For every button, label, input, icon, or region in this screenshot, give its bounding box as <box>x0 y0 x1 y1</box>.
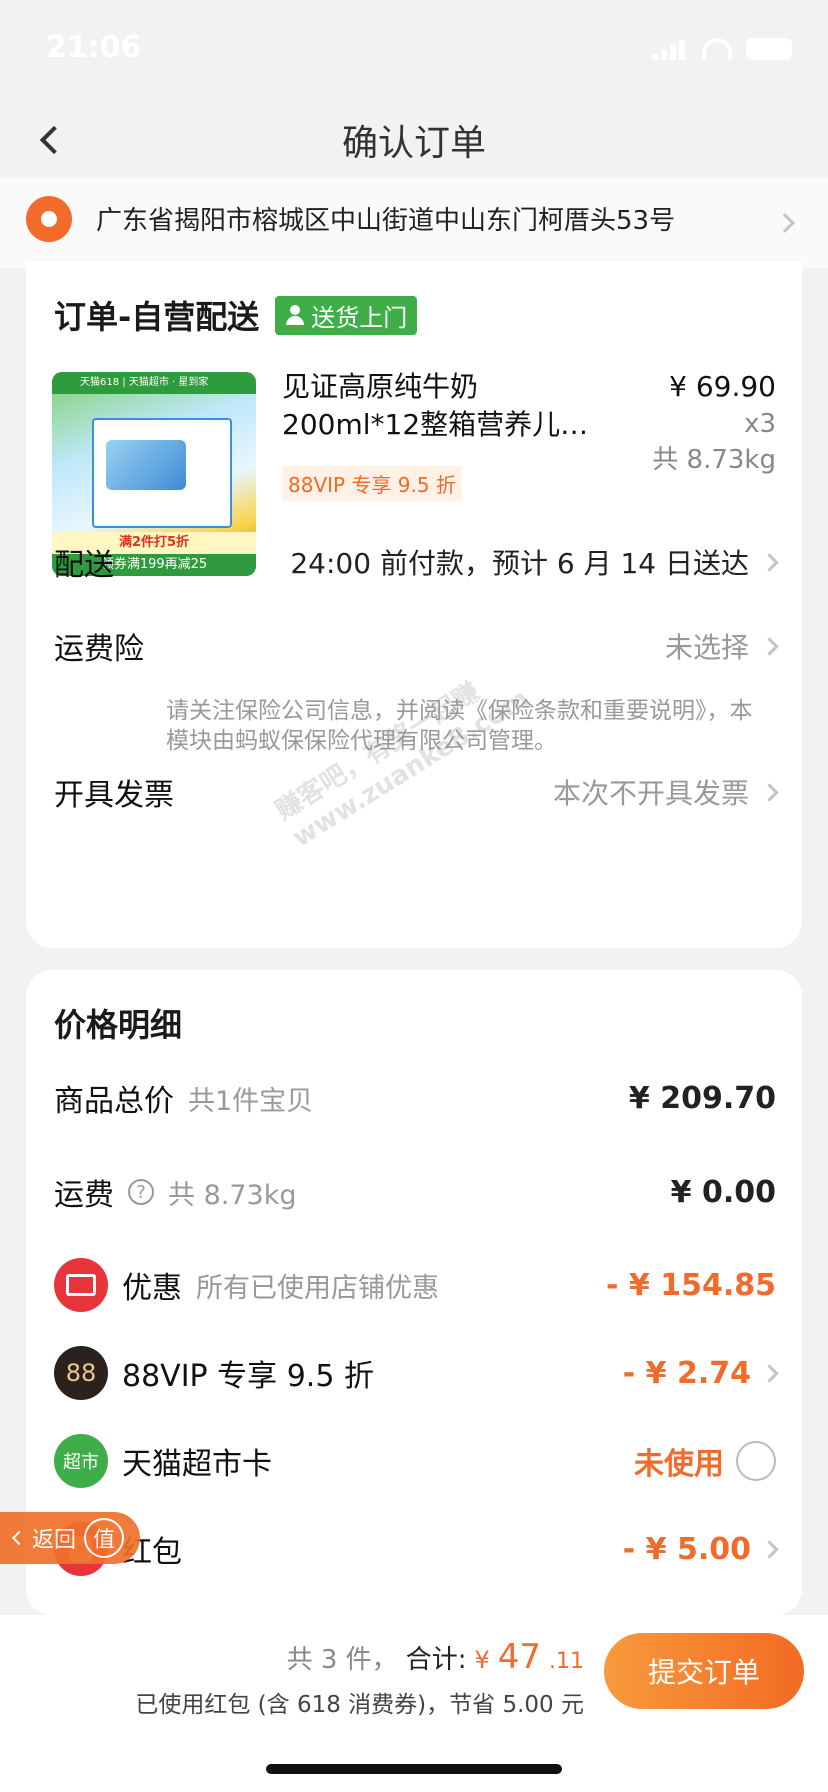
total-label: 合计: <box>405 1645 467 1675</box>
delivery-badge-label: 送货上门 <box>311 303 408 332</box>
goods-total-row: 商品总价 共1件宝贝 ¥ 209.70 <box>54 1076 776 1120</box>
market-card-label-wrap: 超市 天猫超市卡 <box>54 1434 272 1488</box>
unit-price: ¥ 69.90 <box>669 370 776 403</box>
delivery-badge: 送货上门 <box>275 295 418 335</box>
zhi-badge-icon: 值 <box>84 1518 125 1558</box>
market-card-status-wrap: 未使用 <box>634 1439 776 1483</box>
goods-total-label-wrap: 商品总价 共1件宝贝 <box>54 1076 313 1120</box>
shipping-fee-label: 运费 <box>54 1178 114 1213</box>
floating-back-label: 返回 <box>32 1528 77 1553</box>
shipping-fee-label-wrap: 运费 ? 共 8.73kg <box>54 1170 296 1214</box>
vip-amount-wrap: - ¥ 2.74 <box>622 1355 779 1391</box>
shipping-fee-amount: ¥ 0.00 <box>670 1174 776 1210</box>
product-name-line2: 200ml*12整箱营养儿… <box>282 408 589 441</box>
coupon-icon <box>54 1258 108 1312</box>
nav-bar: 确认订单 <box>0 100 828 180</box>
chevron-right-icon <box>760 782 779 802</box>
shipping-fee-sub: 共 8.73kg <box>168 1179 297 1211</box>
product-image-banner: 天猫618 | 天猫超市 · 星到家 <box>52 372 256 394</box>
signal-icon <box>652 38 688 60</box>
chevron-right-icon <box>760 636 779 656</box>
tmall-market-icon: 超市 <box>54 1434 108 1488</box>
address-text: 广东省揭阳市榕城区中山街道中山东门柯厝头53号 <box>96 206 676 236</box>
red-packet-row[interactable]: 红包 - ¥ 5.00 <box>54 1522 779 1576</box>
order-title: 订单-自营配送 <box>54 298 260 336</box>
quantity: x3 <box>744 409 776 439</box>
vip-label-wrap: 88 88VIP 专享 9.5 折 <box>54 1346 374 1400</box>
discount-amount: - ¥ 154.85 <box>606 1267 776 1303</box>
delivery-value: 24:00 前付款，预计 6 月 14 日送达 <box>290 547 749 580</box>
red-packet-amount-wrap: - ¥ 5.00 <box>622 1531 779 1567</box>
market-card-radio[interactable] <box>736 1441 776 1481</box>
submit-order-button[interactable]: 提交订单 <box>604 1633 804 1709</box>
status-icons <box>652 38 792 60</box>
person-icon <box>283 303 307 327</box>
checkout-bar: 共 3 件， 合计: ¥ 47 .11 已使用红包 (含 618 消费券)，节省… <box>0 1615 828 1792</box>
status-time: 21:06 <box>46 30 142 65</box>
vip-discount-tag: 88VIP 专享 9.5 折 <box>282 466 462 501</box>
goods-total-amount: ¥ 209.70 <box>628 1080 776 1116</box>
wifi-icon <box>702 38 732 60</box>
chevron-left-icon <box>11 1530 27 1546</box>
vip-88-icon: 88 <box>54 1346 108 1400</box>
chevron-right-icon <box>760 552 779 572</box>
location-pin-icon <box>26 196 72 242</box>
invoice-label: 开具发票 <box>54 778 174 813</box>
invoice-value-wrap: 本次不开具发票 <box>552 772 779 812</box>
price-detail-title: 价格明细 <box>54 1006 183 1044</box>
vip-amount: - ¥ 2.74 <box>622 1355 751 1391</box>
shipping-insurance-value: 未选择 <box>664 631 749 664</box>
red-packet-amount: - ¥ 5.00 <box>622 1531 751 1567</box>
order-header: 订单-自营配送 送货上门 <box>54 292 418 338</box>
total-decimal: .11 <box>549 1649 584 1674</box>
item-count: 共 3 件， <box>286 1645 398 1675</box>
delivery-label: 配送 <box>54 548 114 583</box>
milk-box-graphic <box>92 418 232 528</box>
goods-total-sub: 共1件宝贝 <box>188 1085 314 1117</box>
chevron-right-icon <box>760 1539 779 1559</box>
invoice-value: 本次不开具发票 <box>552 777 749 810</box>
delivery-row[interactable]: 配送 24:00 前付款，预计 6 月 14 日送达 <box>54 540 779 584</box>
discount-label-wrap: 优惠 所有已使用店铺优惠 <box>54 1258 439 1312</box>
discount-label: 优惠 <box>122 1271 182 1306</box>
vip-label: 88VIP 专享 9.5 折 <box>122 1359 374 1394</box>
product-price-column: ¥ 69.90 x3 共 8.73kg <box>652 368 776 478</box>
vip-row[interactable]: 88 88VIP 专享 9.5 折 - ¥ 2.74 <box>54 1346 779 1400</box>
shipping-insurance-value-wrap: 未选择 <box>664 626 779 666</box>
market-card-status: 未使用 <box>634 1447 724 1482</box>
delivery-value-wrap: 24:00 前付款，预计 6 月 14 日送达 <box>290 542 779 582</box>
chevron-right-icon <box>775 213 795 233</box>
status-bar: 21:06 <box>0 0 828 100</box>
product-name[interactable]: 见证高原纯牛奶 200ml*12整箱营养儿… <box>282 368 612 444</box>
floating-back-button[interactable]: 返回 值 <box>0 1512 140 1564</box>
total-integer: 47 <box>497 1637 541 1677</box>
shipping-fee-row: 运费 ? 共 8.73kg ¥ 0.00 <box>54 1170 776 1214</box>
shipping-insurance-row[interactable]: 运费险 未选择 <box>54 624 779 668</box>
saving-note: 已使用红包 (含 618 消费券)，节省 5.00 元 <box>135 1692 584 1718</box>
market-card-row[interactable]: 超市 天猫超市卡 未使用 <box>54 1434 776 1488</box>
goods-total-label: 商品总价 <box>54 1084 174 1119</box>
discount-row[interactable]: 优惠 所有已使用店铺优惠 - ¥ 154.85 <box>54 1258 776 1312</box>
help-icon[interactable]: ? <box>128 1179 154 1205</box>
page-title: 确认订单 <box>341 123 486 164</box>
home-indicator <box>266 1764 562 1774</box>
total-line: 共 3 件， 合计: ¥ 47 .11 <box>287 1637 584 1677</box>
market-card-label: 天猫超市卡 <box>122 1447 272 1482</box>
product-name-line1: 见证高原纯牛奶 <box>282 370 479 403</box>
battery-icon <box>746 38 792 60</box>
address-bar[interactable]: 广东省揭阳市榕城区中山街道中山东门柯厝头53号 <box>0 178 828 268</box>
discount-sub: 所有已使用店铺优惠 <box>196 1272 439 1304</box>
chevron-right-icon <box>760 1363 779 1383</box>
price-detail-card: 价格明细 商品总价 共1件宝贝 ¥ 209.70 运费 ? 共 8.73kg ¥… <box>26 970 802 1615</box>
order-card: 订单-自营配送 送货上门 天猫618 | 天猫超市 · 星到家 满2件打5折 领… <box>26 262 802 948</box>
total-currency: ¥ <box>474 1646 490 1674</box>
shipping-insurance-label: 运费险 <box>54 632 144 667</box>
product-weight: 共 8.73kg <box>652 445 776 475</box>
